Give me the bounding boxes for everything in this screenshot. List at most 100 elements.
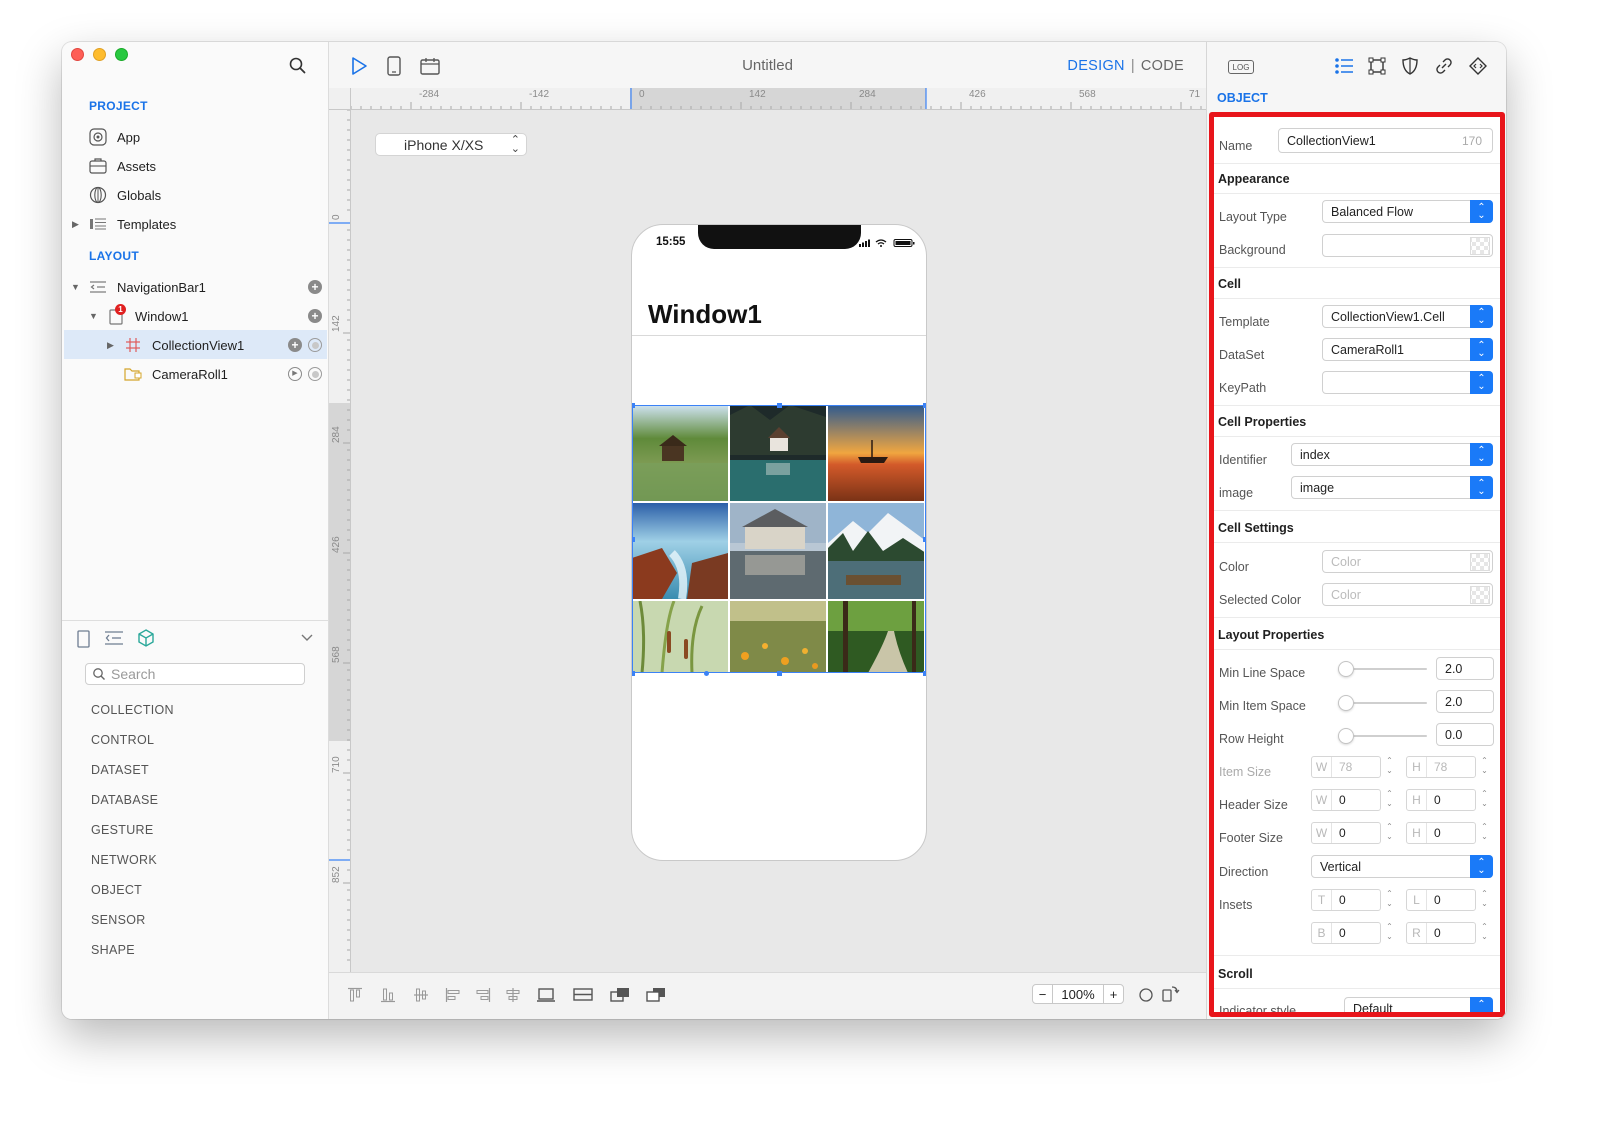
ruler-label: 0 (639, 89, 645, 100)
disclosure-triangle-icon[interactable]: ▼ (89, 311, 99, 321)
zoom-window-button[interactable] (115, 48, 128, 61)
send-backward-icon[interactable] (645, 986, 667, 1004)
globe-icon (88, 185, 108, 205)
bring-forward-icon[interactable] (609, 986, 631, 1004)
align-right-icon[interactable] (475, 987, 491, 1003)
resize-handle[interactable] (777, 403, 782, 408)
add-child-button[interactable]: + (308, 280, 322, 294)
device-selector[interactable]: iPhone X/XS ⌃ ⌄ (375, 133, 527, 156)
status-bar-time: 15:55 (656, 236, 686, 248)
resize-handle[interactable] (923, 537, 926, 542)
ruler-label: 284 (331, 426, 342, 443)
log-button[interactable]: LOG (1228, 60, 1254, 74)
app-window: PROJECT App Assets Globals ▶ Templates L… (62, 42, 1506, 1019)
resize-handle[interactable] (632, 537, 635, 542)
add-child-button[interactable]: + (308, 309, 322, 323)
device-tab-icon[interactable] (76, 629, 92, 649)
sidebar-item-templates[interactable]: Templates (88, 210, 176, 238)
phone-preview[interactable]: 15:55 Window1 (631, 224, 927, 861)
rotate-device-icon[interactable] (1161, 983, 1181, 1003)
align-vcenter-icon[interactable] (413, 987, 429, 1003)
resize-handle[interactable] (632, 403, 635, 408)
fill-width-icon[interactable] (536, 986, 556, 1004)
play-icon[interactable]: ▶ (288, 367, 302, 381)
updown-chevron-icon: ⌃ ⌄ (510, 134, 520, 155)
library-category-collection[interactable]: COLLECTION (91, 703, 174, 717)
layout-item-window1[interactable]: 1 Window1 (106, 302, 188, 330)
zoom-in-button[interactable]: + (1103, 985, 1123, 1003)
ruler-label: 568 (1079, 89, 1096, 100)
resize-handle[interactable] (777, 671, 782, 676)
horizontal-ruler: -284 -142 0 142 284 426 568 71 (351, 88, 1206, 110)
device-selector-value: iPhone X/XS (404, 136, 484, 153)
library-category-gesture[interactable]: GESTURE (91, 823, 154, 837)
fill-height-icon[interactable] (572, 986, 594, 1004)
highlight-frame (1209, 112, 1505, 1017)
disclosure-triangle-icon[interactable]: ▶ (72, 219, 82, 229)
align-left-icon[interactable] (445, 987, 461, 1003)
fit-to-screen-icon[interactable] (1138, 987, 1154, 1003)
resize-handle[interactable] (704, 671, 709, 676)
library-category-shape[interactable]: SHAPE (91, 943, 135, 957)
layout-item-label: CameraRoll1 (152, 366, 228, 382)
close-window-button[interactable] (71, 48, 84, 61)
layout-item-label: CollectionView1 (152, 337, 245, 353)
resize-handle[interactable] (632, 671, 635, 676)
align-top-icon[interactable] (347, 987, 363, 1003)
layout-item-collectionview1[interactable]: CollectionView1 (123, 331, 244, 359)
ruler-label: 284 (859, 89, 876, 100)
chevron-down-icon[interactable] (300, 633, 314, 643)
layout-item-label: NavigationBar1 (117, 279, 206, 295)
zoom-out-button[interactable]: − (1033, 985, 1053, 1003)
templates-icon (88, 214, 108, 234)
properties-tab-icon[interactable] (1334, 57, 1354, 75)
resize-handle[interactable] (923, 403, 926, 408)
zoom-level[interactable]: 100% (1053, 985, 1103, 1003)
disclosure-triangle-icon[interactable]: ▶ (107, 340, 117, 350)
library-category-database[interactable]: DATABASE (91, 793, 158, 807)
inspector-panel: LOG OBJECT Name CollectionView1 170 Appe… (1206, 42, 1506, 1019)
sidebar-item-label: Templates (117, 216, 177, 232)
sidebar-item-globals[interactable]: Globals (88, 181, 161, 209)
window-icon: 1 (106, 304, 126, 326)
frame-tab-icon[interactable] (1368, 57, 1386, 75)
align-bottom-icon[interactable] (380, 987, 396, 1003)
shield-tab-icon[interactable] (1401, 57, 1419, 75)
visibility-toggle[interactable] (308, 367, 322, 381)
resize-handle[interactable] (923, 671, 926, 676)
library-category-object[interactable]: OBJECT (91, 883, 142, 897)
library-category-network[interactable]: NETWORK (91, 853, 157, 867)
alignment-toolbar: − 100% + (329, 972, 1206, 1019)
vertical-ruler: 0 142 284 426 568 710 852 (329, 110, 351, 972)
library-category-dataset[interactable]: DATASET (91, 763, 149, 777)
design-mode-tab[interactable]: DESIGN (1067, 58, 1124, 74)
minimize-window-button[interactable] (93, 48, 106, 61)
library-tabs (76, 627, 316, 651)
visibility-toggle[interactable] (308, 338, 322, 352)
library-category-control[interactable]: CONTROL (91, 733, 154, 747)
disclosure-triangle-icon[interactable]: ▼ (71, 282, 81, 292)
code-tab-icon[interactable] (1469, 57, 1487, 75)
link-tab-icon[interactable] (1435, 57, 1453, 75)
sidebar-item-assets[interactable]: Assets (88, 152, 156, 180)
layout-item-cameraroll1[interactable]: CameraRoll1 (123, 360, 228, 388)
align-hcenter-icon[interactable] (505, 987, 521, 1003)
app-icon (88, 127, 108, 147)
library-search-input[interactable]: Search (85, 663, 305, 685)
sidebar-item-label: Globals (117, 187, 162, 203)
layout-item-navigationbar1[interactable]: NavigationBar1 (88, 273, 206, 301)
error-badge: 1 (115, 304, 126, 315)
add-child-button[interactable]: + (288, 338, 302, 352)
ruler-label: 142 (331, 315, 342, 332)
ruler-label: 426 (331, 536, 342, 553)
ruler-label: 71 (1189, 89, 1201, 100)
ruler-label: 710 (331, 756, 342, 773)
code-mode-tab[interactable]: CODE (1141, 58, 1184, 74)
selection-frame (632, 405, 926, 673)
search-icon[interactable] (288, 56, 308, 76)
library-category-sensor[interactable]: SENSOR (91, 913, 146, 927)
navigation-tab-icon[interactable] (104, 631, 124, 645)
layout-item-label: Window1 (135, 308, 189, 324)
sidebar-item-app[interactable]: App (88, 123, 140, 151)
cube-tab-icon[interactable] (136, 628, 156, 648)
